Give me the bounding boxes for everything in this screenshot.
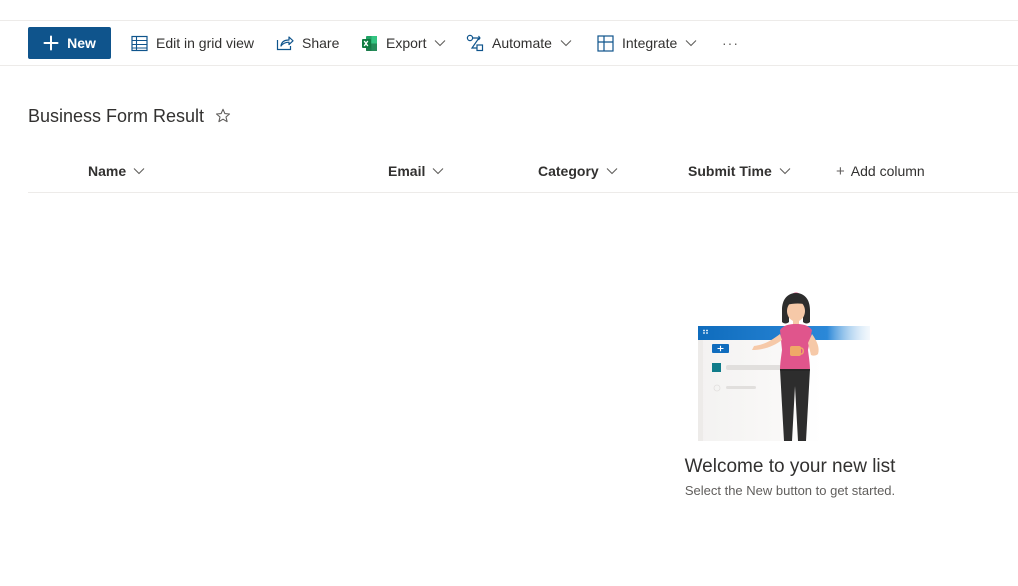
column-category-label: Category xyxy=(538,163,599,179)
integrate-icon xyxy=(596,34,614,52)
chevron-down-icon xyxy=(133,167,145,175)
excel-icon xyxy=(360,34,378,52)
automate-label: Automate xyxy=(492,35,552,51)
column-submit-time-label: Submit Time xyxy=(688,163,772,179)
integrate-button[interactable]: Integrate xyxy=(596,21,697,65)
empty-list-illustration xyxy=(690,286,880,442)
chevron-down-icon xyxy=(560,39,572,47)
edit-in-grid-view-label: Edit in grid view xyxy=(156,35,255,51)
new-button[interactable]: New xyxy=(28,27,111,59)
plus-icon: + xyxy=(836,162,845,180)
column-header-email[interactable]: Email xyxy=(388,150,444,192)
share-button[interactable]: Share xyxy=(276,21,339,65)
new-button-label: New xyxy=(67,35,96,51)
chevron-down-icon xyxy=(434,39,446,47)
column-header-category[interactable]: Category xyxy=(538,150,618,192)
chevron-down-icon xyxy=(606,167,618,175)
automate-button[interactable]: Automate xyxy=(466,21,572,65)
flow-icon xyxy=(466,34,484,52)
command-bar: New Edit in grid view Share Export Autom… xyxy=(0,21,1018,66)
list-title-row: Business Form Result xyxy=(28,104,231,128)
column-name-label: Name xyxy=(88,163,127,179)
export-label: Export xyxy=(386,35,427,51)
column-header-name[interactable]: Name xyxy=(88,150,145,192)
page-title: Business Form Result xyxy=(28,105,205,126)
column-header-row: Name Email Category Submit Time + Add co… xyxy=(28,150,1018,193)
chevron-down-icon xyxy=(432,167,444,175)
empty-state-subtext: Select the New button to get started. xyxy=(684,483,896,498)
edit-in-grid-view-button[interactable]: Edit in grid view xyxy=(130,21,254,65)
add-column-label: Add column xyxy=(850,163,925,179)
share-label: Share xyxy=(302,35,340,51)
star-icon[interactable] xyxy=(215,108,231,124)
plus-icon xyxy=(43,35,59,51)
more-options-button[interactable]: ··· xyxy=(722,21,739,65)
integrate-label: Integrate xyxy=(622,35,678,51)
export-button[interactable]: Export xyxy=(360,21,446,65)
column-header-submit-time[interactable]: Submit Time xyxy=(688,150,791,192)
share-icon xyxy=(276,34,294,52)
chevron-down-icon xyxy=(779,167,791,175)
chevron-down-icon xyxy=(685,39,697,47)
add-column-button[interactable]: + Add column xyxy=(836,150,925,192)
column-email-label: Email xyxy=(388,163,426,179)
more-icon: ··· xyxy=(722,35,739,51)
grid-icon xyxy=(130,34,148,52)
empty-state-heading: Welcome to your new list xyxy=(684,456,896,477)
